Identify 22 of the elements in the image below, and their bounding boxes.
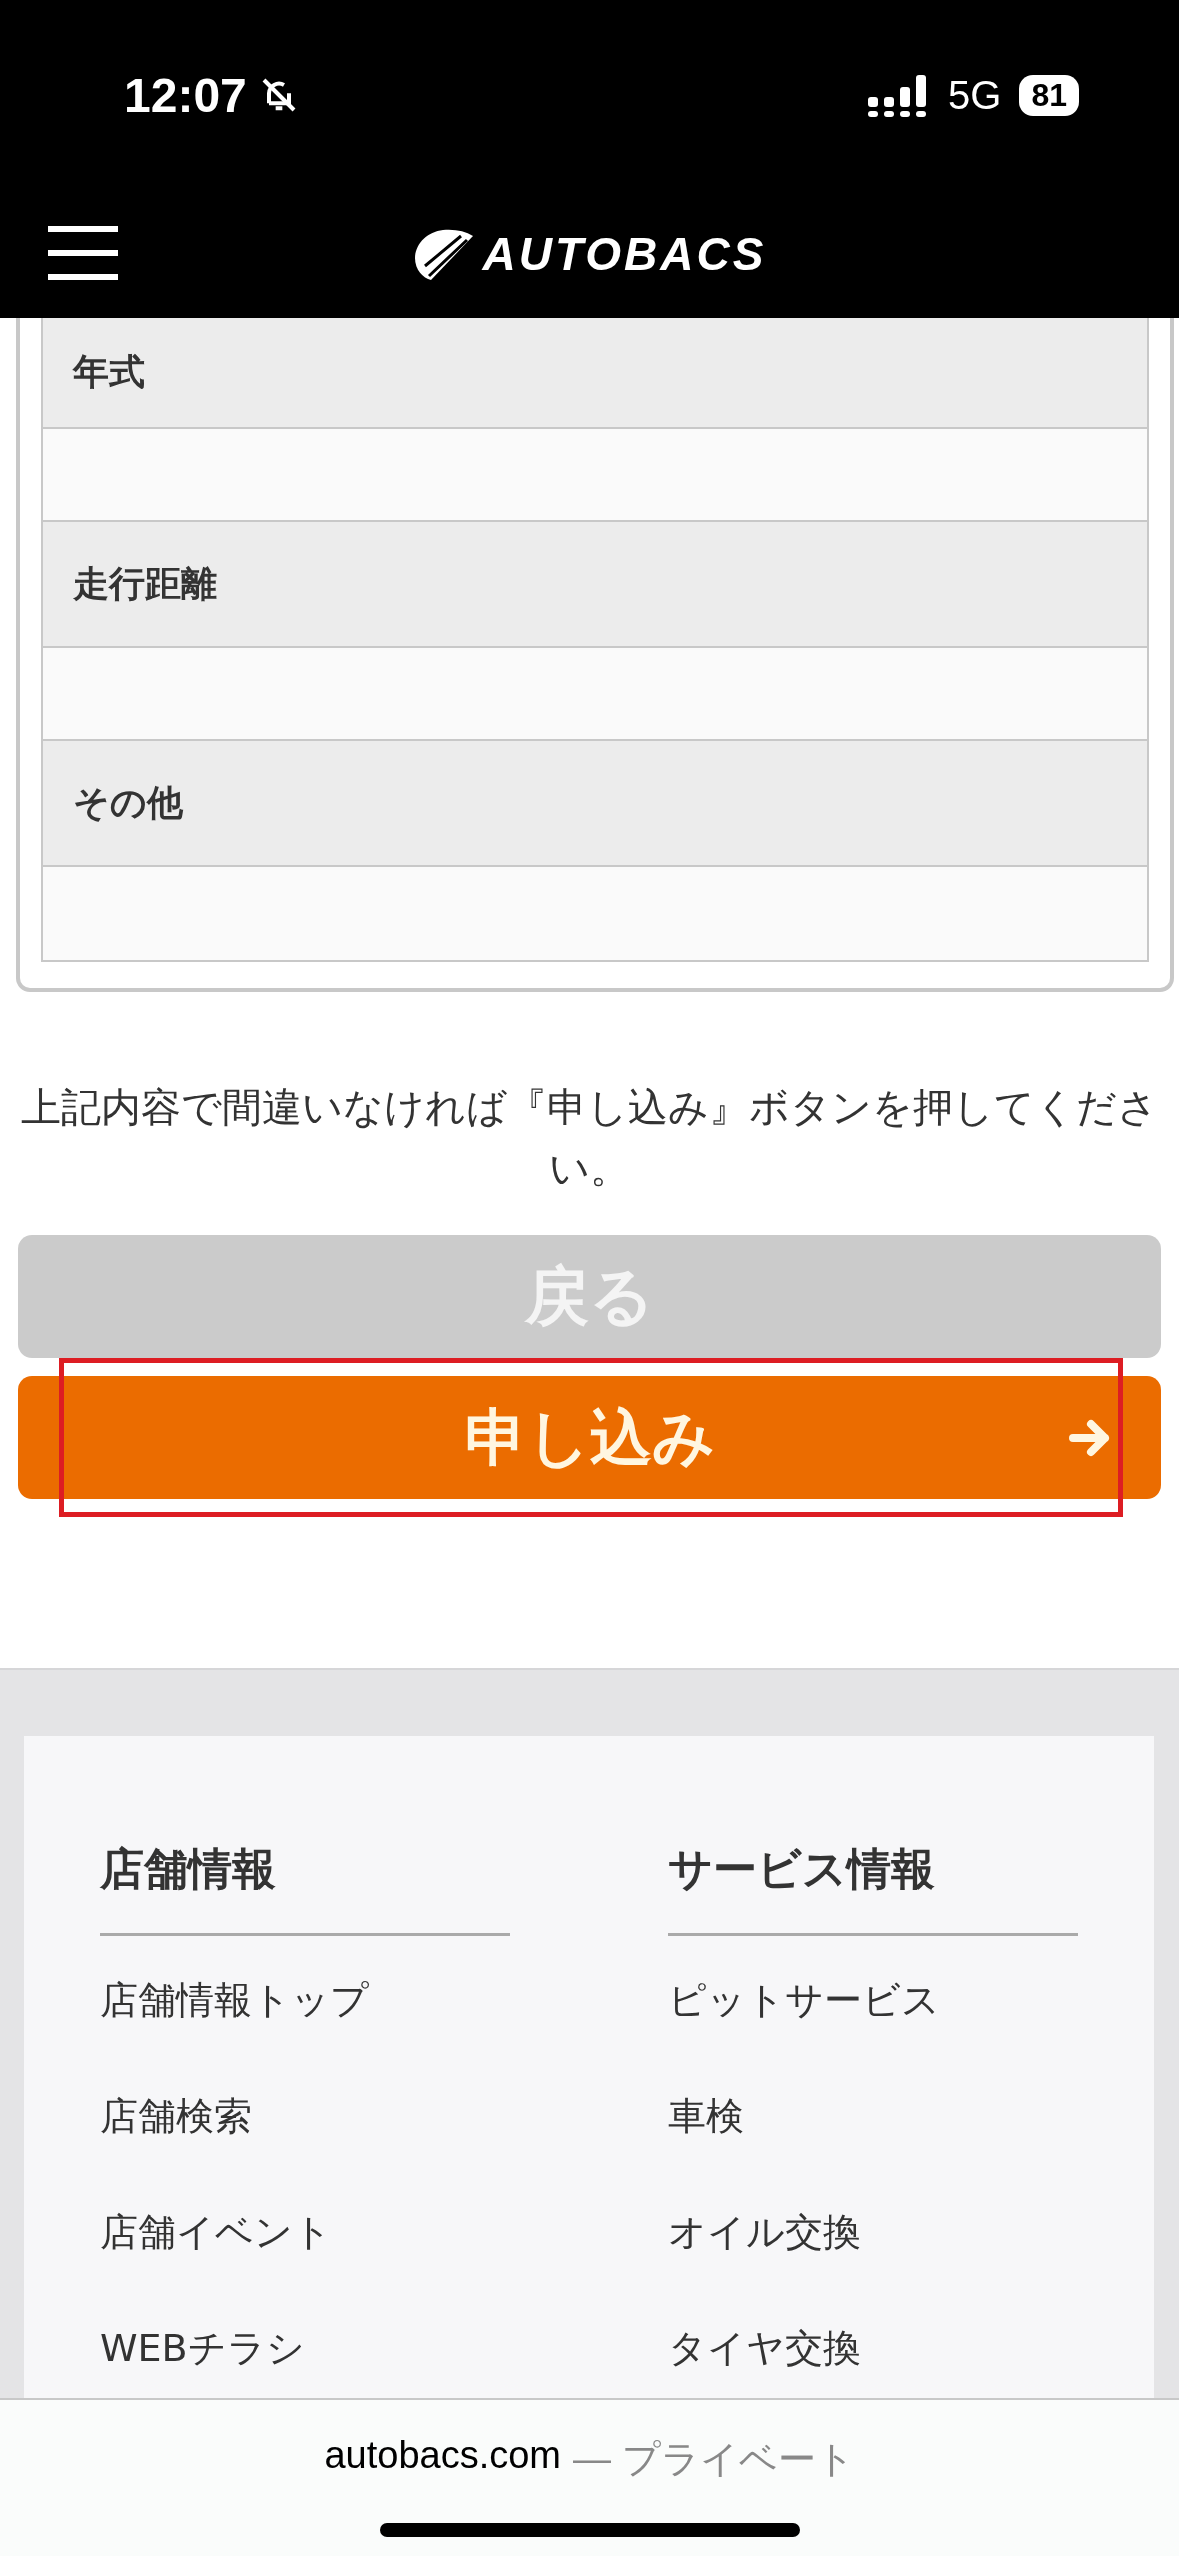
url-domain[interactable]: autobacs.com <box>324 2434 561 2485</box>
network-label: 5G <box>948 72 1002 118</box>
battery-level: 81 <box>1019 74 1079 116</box>
field-label: 走行距離 <box>73 561 217 606</box>
logo-text: AUTOBACS <box>482 227 767 281</box>
logo-icon <box>412 228 475 280</box>
footer-link[interactable]: 店舗情報トップ <box>100 1978 668 2022</box>
footer-link[interactable]: WEBチラシ <box>100 2326 668 2370</box>
menu-button[interactable] <box>48 226 118 280</box>
footer-heading: サービス情報 <box>668 1840 1078 1936</box>
private-mode-label: — プライベート <box>573 2437 855 2482</box>
confirm-text: 上記内容で間違いなければ『申し込み』ボタンを押してください。 <box>20 1083 1159 1193</box>
footer-heading: 店舗情報 <box>100 1840 510 1936</box>
field-label: その他 <box>73 780 183 825</box>
footer-link[interactable]: オイル交換 <box>668 2210 1154 2254</box>
time: 12:07 <box>124 67 247 123</box>
footer-link[interactable]: タイヤ交換 <box>668 2326 1154 2370</box>
footer-link[interactable]: 車検 <box>668 2094 1154 2138</box>
footer-link[interactable]: 店舗検索 <box>100 2094 668 2138</box>
footer-link[interactable]: ピットサービス <box>668 1978 1154 2022</box>
footer-link[interactable]: 店舗イベント <box>100 2210 668 2254</box>
field-label: 年式 <box>73 350 145 394</box>
